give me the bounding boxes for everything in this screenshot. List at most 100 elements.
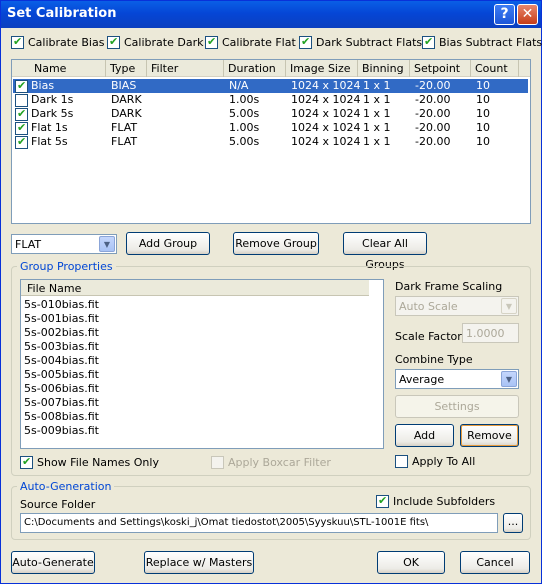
row-checkbox[interactable] bbox=[15, 93, 28, 107]
row-name: Bias bbox=[31, 79, 55, 92]
cell-type: DARK bbox=[111, 93, 142, 106]
cell-binning: 1 x 1 bbox=[363, 107, 391, 120]
cell-image-size: 1024 x 1024 bbox=[291, 93, 361, 106]
dark-subtract-flats-label: Dark Subtract Flats bbox=[316, 36, 423, 49]
include-subfolders-label: Include Subfolders bbox=[393, 495, 496, 508]
cell-setpoint: -20.00 bbox=[415, 107, 451, 120]
dark-frame-scaling-value: Auto Scale bbox=[399, 300, 458, 313]
cell-name: Flat 1s bbox=[13, 121, 107, 135]
checkbox-check-icon bbox=[422, 35, 435, 49]
cell-filter bbox=[148, 135, 225, 149]
checkbox-check-icon bbox=[11, 35, 24, 49]
settings-button[interactable]: Settings bbox=[395, 395, 519, 418]
cell-count: 10 bbox=[476, 93, 490, 106]
cell-count: 10 bbox=[476, 79, 490, 92]
clear-all-groups-button[interactable]: Clear All Groups bbox=[343, 232, 427, 271]
list-item[interactable]: 5s-004bias.fit bbox=[24, 354, 99, 368]
column-header-image-size[interactable]: Image Size bbox=[286, 60, 358, 77]
cell-filter bbox=[148, 93, 225, 107]
column-header-filter[interactable]: Filter bbox=[147, 60, 224, 77]
cell-duration: N/A bbox=[229, 79, 249, 92]
column-header-duration[interactable]: Duration bbox=[224, 60, 286, 77]
group-type-select[interactable]: FLAT ▼ bbox=[11, 234, 117, 254]
cell-image-size: 1024 x 1024 bbox=[291, 79, 361, 92]
auto-generation-title: Auto-Generation bbox=[17, 480, 115, 493]
remove-group-button[interactable]: Remove Group bbox=[233, 232, 319, 255]
list-item[interactable]: 5s-008bias.fit bbox=[24, 410, 99, 424]
list-item[interactable]: 5s-010bias.fit bbox=[24, 298, 99, 312]
bias-subtract-flats-checkbox[interactable]: Bias Subtract Flats bbox=[422, 35, 542, 49]
list-item[interactable]: 5s-007bias.fit bbox=[24, 396, 99, 410]
list-item[interactable]: 5s-009bias.fit bbox=[24, 424, 99, 438]
cell-name: Flat 5s bbox=[13, 135, 107, 149]
list-item[interactable]: 5s-005bias.fit bbox=[24, 368, 99, 382]
cell-type: FLAT bbox=[111, 121, 138, 134]
chevron-down-icon[interactable]: ▼ bbox=[501, 298, 517, 314]
cell-type: FLAT bbox=[111, 135, 138, 148]
calibrate-dark-label: Calibrate Dark bbox=[124, 36, 204, 49]
scale-factor-label: Scale Factor bbox=[395, 330, 462, 343]
replace-with-masters-button[interactable]: Replace w/ Masters bbox=[144, 551, 254, 574]
chevron-down-icon[interactable]: ▼ bbox=[501, 371, 517, 387]
cell-count: 10 bbox=[476, 135, 490, 148]
calibrate-flat-checkbox[interactable]: Calibrate Flat bbox=[205, 35, 296, 49]
combine-type-select[interactable]: Average ▼ bbox=[395, 369, 519, 389]
apply-boxcar-filter-checkbox[interactable]: Apply Boxcar Filter bbox=[211, 456, 331, 469]
column-header-setpoint[interactable]: Setpoint bbox=[410, 60, 471, 77]
apply-to-all-checkbox[interactable]: Apply To All bbox=[395, 455, 475, 468]
row-name: Dark 5s bbox=[31, 107, 74, 120]
list-item[interactable]: 5s-003bias.fit bbox=[24, 340, 99, 354]
checkbox-check-icon bbox=[376, 494, 389, 508]
table-row[interactable]: Dark 1s DARK 1.00s 1024 x 1024 1 x 1 -20.00 10 bbox=[13, 93, 528, 107]
row-name: Dark 1s bbox=[31, 93, 74, 106]
chevron-down-icon[interactable]: ▼ bbox=[99, 236, 115, 252]
add-file-button[interactable]: Add bbox=[395, 424, 454, 447]
ok-button[interactable]: OK bbox=[377, 551, 445, 574]
row-checkbox[interactable] bbox=[15, 107, 28, 121]
row-checkbox[interactable] bbox=[15, 79, 28, 93]
cell-count: 10 bbox=[476, 121, 490, 134]
cell-filter bbox=[148, 121, 225, 135]
close-button[interactable]: ✕ bbox=[517, 4, 538, 25]
help-button[interactable]: ? bbox=[494, 4, 515, 25]
dark-frame-scaling-select[interactable]: Auto Scale ▼ bbox=[395, 296, 519, 316]
scale-factor-input[interactable]: 1.0000 bbox=[462, 323, 519, 343]
calibrate-dark-checkbox[interactable]: Calibrate Dark bbox=[107, 35, 204, 49]
table-row[interactable]: Flat 1s FLAT 1.00s 1024 x 10241 x 1 -20.00 10 bbox=[13, 121, 528, 135]
file-list[interactable]: File Name 5s-010bias.fit 5s-001bias.fit 5s… bbox=[20, 279, 384, 449]
cell-binning: 1 x 1 bbox=[363, 79, 391, 92]
title-bar[interactable]: Set Calibration ? ✕ bbox=[1, 1, 541, 28]
checkbox-check-icon bbox=[205, 35, 218, 49]
list-item[interactable]: 5s-001bias.fit bbox=[24, 312, 99, 326]
row-checkbox[interactable] bbox=[15, 135, 28, 149]
dark-frame-scaling-label: Dark Frame Scaling bbox=[395, 280, 503, 293]
dark-subtract-flats-checkbox[interactable]: Dark Subtract Flats bbox=[299, 35, 423, 49]
remove-file-button[interactable]: Remove bbox=[460, 424, 519, 447]
include-subfolders-checkbox[interactable]: Include Subfolders bbox=[376, 494, 496, 508]
source-folder-input[interactable]: C:\Documents and Settings\koski_j\Omat t… bbox=[20, 513, 498, 533]
table-row[interactable]: Flat 5s FLAT 5.00s 1024 x 10241 x 1 -20.00 10 bbox=[13, 135, 528, 149]
checkbox-check-icon bbox=[20, 455, 33, 469]
show-file-names-only-checkbox[interactable]: Show File Names Only bbox=[20, 455, 159, 469]
browse-folder-button[interactable]: ... bbox=[503, 513, 523, 533]
cell-duration: 1.00s bbox=[229, 93, 260, 106]
column-header-binning[interactable]: Binning bbox=[358, 60, 410, 77]
table-row[interactable]: Dark 5s DARK 5.00s 1024 x 10241 x 1 -20.00 10 bbox=[13, 107, 528, 121]
checkbox-icon bbox=[211, 456, 224, 469]
row-checkbox[interactable] bbox=[15, 121, 28, 135]
cell-filter bbox=[148, 107, 225, 121]
auto-generate-button[interactable]: Auto-Generate bbox=[11, 551, 95, 574]
list-item[interactable]: 5s-006bias.fit bbox=[24, 382, 99, 396]
calibrate-bias-checkbox[interactable]: Calibrate Bias bbox=[11, 35, 104, 49]
table-row[interactable]: Bias BIAS N/A 1024 x 10241 x 1 -20.00 10 bbox=[13, 79, 528, 93]
add-group-button[interactable]: Add Group bbox=[126, 232, 210, 255]
file-name-column-header[interactable]: File Name bbox=[21, 280, 369, 296]
cell-type: BIAS bbox=[111, 79, 137, 92]
cell-binning: 1 x 1 bbox=[363, 135, 391, 148]
column-header-count[interactable]: Count bbox=[471, 60, 519, 77]
list-item[interactable]: 5s-002bias.fit bbox=[24, 326, 99, 340]
column-header-type[interactable]: Type bbox=[106, 60, 147, 77]
cancel-button[interactable]: Cancel bbox=[460, 551, 530, 574]
calibration-groups-list[interactable]: Name Type Filter Duration Image Size Bin… bbox=[11, 59, 531, 224]
column-header-name[interactable]: Name bbox=[12, 60, 106, 77]
